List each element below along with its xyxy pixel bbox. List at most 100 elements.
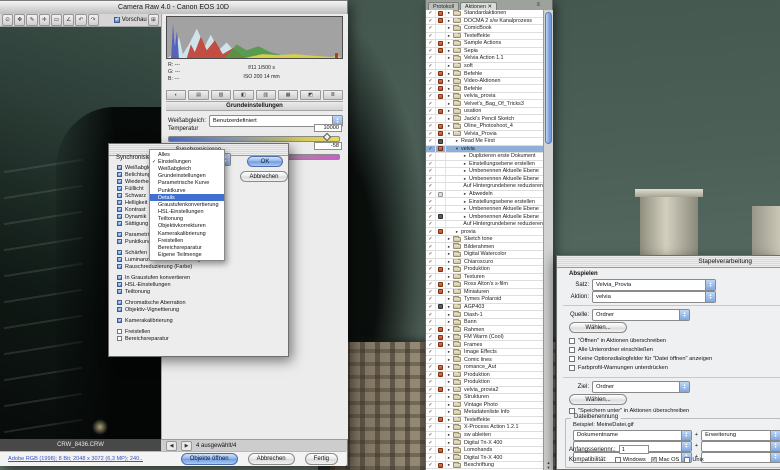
expand-arrow-icon[interactable] xyxy=(446,357,452,363)
sync-option-row[interactable]: Rauschreduzierung (Farbe) xyxy=(117,263,237,270)
action-include-check[interactable] xyxy=(428,274,432,280)
batch-option-row[interactable]: "Öffnen" in Aktionen überschreiben xyxy=(569,338,666,344)
sync-option-checkbox[interactable] xyxy=(117,282,122,287)
sync-option-checkbox[interactable] xyxy=(117,200,122,205)
actions-scrollbar[interactable]: ▲ ▼ xyxy=(543,10,553,470)
modal-dialog-toggle-icon[interactable] xyxy=(438,312,443,317)
batch-option-checkbox[interactable] xyxy=(569,338,575,344)
action-row[interactable]: Befehle xyxy=(426,70,543,78)
action-row[interactable]: Auf Hintergrundebene reduzieren xyxy=(426,183,543,191)
action-row[interactable]: Bann xyxy=(426,319,543,327)
expand-arrow-icon[interactable] xyxy=(446,259,452,265)
action-row[interactable]: FM Warm (Cool) xyxy=(426,334,543,342)
action-row[interactable]: Bilderahmen xyxy=(426,243,543,251)
modal-dialog-toggle-icon[interactable] xyxy=(438,259,443,264)
action-row[interactable]: Einstellungsebene erstellen xyxy=(426,161,543,169)
sync-scope-menu-item[interactable]: Objektivkorrekturen xyxy=(150,223,224,230)
expand-arrow-icon[interactable] xyxy=(446,409,452,415)
sync-option-checkbox[interactable] xyxy=(117,329,122,334)
expand-arrow-icon[interactable] xyxy=(446,78,452,84)
action-row[interactable]: Velvia_Provia xyxy=(426,131,543,139)
action-include-check[interactable] xyxy=(428,10,432,16)
compat-option[interactable]: Mac OS xyxy=(651,457,680,463)
modal-dialog-toggle-icon[interactable] xyxy=(438,124,443,129)
sync-option-checkbox[interactable] xyxy=(117,165,122,170)
panel-tab-icon[interactable]: ≣ xyxy=(323,90,343,100)
action-include-check[interactable] xyxy=(428,229,432,235)
scroll-down-icon[interactable]: ▼ xyxy=(547,465,551,470)
modal-dialog-toggle-icon[interactable] xyxy=(438,161,443,166)
action-include-check[interactable] xyxy=(428,108,432,114)
sync-scope-menu-item[interactable]: Grundeinstellungen xyxy=(150,173,224,180)
batch-option-checkbox[interactable] xyxy=(569,365,575,371)
action-row[interactable]: Produktion xyxy=(426,379,543,387)
panel-tab-icon[interactable]: ◐ xyxy=(166,90,186,100)
modal-dialog-toggle-icon[interactable] xyxy=(438,387,443,392)
panel-tab-icon[interactable]: ▨ xyxy=(211,90,231,100)
cancel-button[interactable]: Abbrechen xyxy=(248,453,295,465)
panel-tab-icon[interactable]: ▦ xyxy=(278,90,298,100)
action-include-check[interactable] xyxy=(428,244,432,250)
expand-arrow-icon[interactable] xyxy=(446,432,452,438)
modal-dialog-toggle-icon[interactable] xyxy=(438,425,443,430)
sync-option-checkbox[interactable] xyxy=(117,172,122,177)
sync-option-checkbox[interactable] xyxy=(117,221,122,226)
action-include-check[interactable] xyxy=(428,357,432,363)
expand-arrow-icon[interactable] xyxy=(446,447,452,453)
modal-dialog-toggle-icon[interactable] xyxy=(438,365,443,370)
modal-dialog-toggle-icon[interactable] xyxy=(438,252,443,257)
sync-option-checkbox[interactable] xyxy=(117,307,122,312)
panel-tab-icon[interactable]: ◩ xyxy=(300,90,320,100)
action-row[interactable]: soft xyxy=(426,63,543,71)
action-include-check[interactable] xyxy=(428,319,432,325)
tint-value[interactable]: -58 xyxy=(314,142,342,150)
sync-option-checkbox[interactable] xyxy=(117,186,122,191)
batch-option-row[interactable]: Farbprofil-Warnungen unterdrücken xyxy=(569,365,668,371)
sync-option-checkbox[interactable] xyxy=(117,300,122,305)
naming-part-dropdown[interactable]: Erweiterung ▲▼ xyxy=(701,430,780,441)
tab-actions[interactable]: Aktionen ✕ xyxy=(460,2,497,10)
expand-arrow-icon[interactable] xyxy=(446,394,452,400)
action-row[interactable]: Oline_Photoshoot_4 xyxy=(426,123,543,131)
preview-checkbox[interactable] xyxy=(114,17,120,23)
action-row[interactable]: Umbenennen Aktuelle Ebene xyxy=(426,168,543,176)
action-include-check[interactable] xyxy=(428,199,432,205)
sync-option-checkbox[interactable] xyxy=(117,275,122,280)
action-include-check[interactable] xyxy=(428,424,432,430)
modal-dialog-toggle-icon[interactable] xyxy=(438,184,443,189)
action-row[interactable]: provia xyxy=(426,228,543,236)
modal-dialog-toggle-icon[interactable] xyxy=(438,395,443,400)
modal-dialog-toggle-icon[interactable] xyxy=(438,26,443,31)
workflow-options-link[interactable]: Adobe RGB (1998); 8 Bit; 2048 x 3072 (6,… xyxy=(8,456,143,462)
expand-arrow-icon[interactable] xyxy=(446,123,452,129)
action-row[interactable]: usation xyxy=(426,108,543,116)
rotate-left-icon[interactable]: ↶ xyxy=(75,14,86,26)
white-balance-tool-icon[interactable]: ✎ xyxy=(26,14,37,26)
naming-part-dropdown[interactable]: ▲▼ xyxy=(701,452,780,463)
action-row[interactable]: Befehle xyxy=(426,85,543,93)
scrollbar-thumb[interactable] xyxy=(545,12,552,144)
action-include-check[interactable] xyxy=(428,176,432,182)
hand-tool-icon[interactable]: ✥ xyxy=(14,14,25,26)
action-row[interactable]: Texteffekte xyxy=(426,417,543,425)
expand-arrow-icon[interactable] xyxy=(446,455,452,461)
sync-option-checkbox[interactable] xyxy=(117,207,122,212)
action-row[interactable]: Einstellungsebene erstellen xyxy=(426,198,543,206)
modal-dialog-toggle-icon[interactable] xyxy=(438,146,443,151)
expand-arrow-icon[interactable] xyxy=(446,251,452,257)
action-row[interactable]: romance_Aut xyxy=(426,364,543,372)
sync-option-row[interactable]: Freistellen xyxy=(117,328,237,335)
modal-dialog-toggle-icon[interactable] xyxy=(438,417,443,422)
expand-arrow-icon[interactable] xyxy=(446,319,452,325)
expand-arrow-icon[interactable] xyxy=(446,116,452,122)
source-dropdown[interactable]: Ordner ▲▼ xyxy=(592,309,690,321)
sync-option-row[interactable]: Teiltonung xyxy=(117,288,237,295)
fullscreen-toggle-icon[interactable]: ⊞ xyxy=(148,14,159,26)
action-row[interactable]: Rahmen xyxy=(426,326,543,334)
action-row[interactable]: Vintage Photo xyxy=(426,402,543,410)
modal-dialog-toggle-icon[interactable] xyxy=(438,410,443,415)
modal-dialog-toggle-icon[interactable] xyxy=(438,18,443,23)
modal-dialog-toggle-icon[interactable] xyxy=(438,131,443,136)
modal-dialog-toggle-icon[interactable] xyxy=(438,41,443,46)
action-row[interactable]: Tymes Polaroid xyxy=(426,296,543,304)
